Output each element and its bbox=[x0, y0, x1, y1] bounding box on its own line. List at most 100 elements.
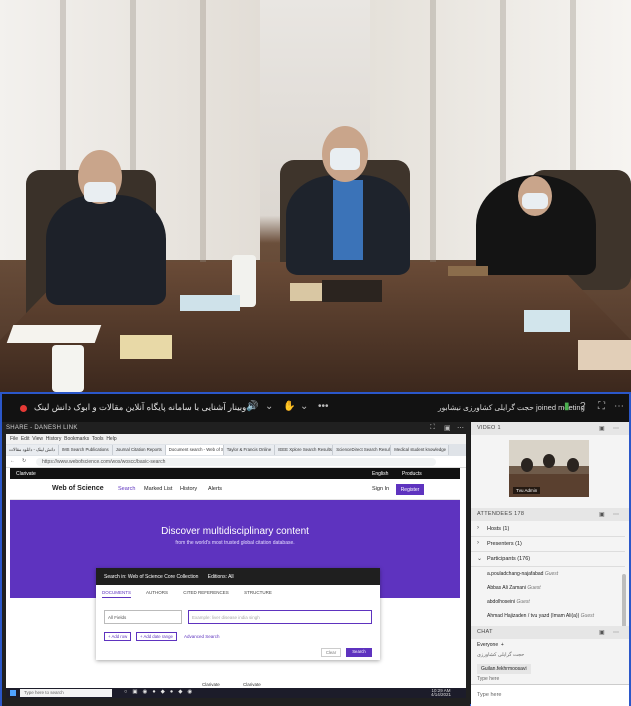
browser-tab[interactable]: Taylor & Francis Online bbox=[223, 445, 276, 455]
group-presenters[interactable]: › Presenters (1) bbox=[471, 537, 625, 552]
chat-message: Guilan.fekhrmoosavi bbox=[477, 664, 531, 674]
meeting-top-bar: وبینار آشنایی با سامانه پایگاه آنلاین مق… bbox=[2, 394, 629, 422]
tab-cited-references[interactable]: CITED REFERENCES bbox=[183, 590, 229, 595]
tab-authors[interactable]: AUTHORS bbox=[146, 590, 168, 595]
meeting-title: وبینار آشنایی با سامانه پایگاه آنلاین مق… bbox=[34, 402, 247, 412]
taskbar-app-icons[interactable]: ○▣◉●◆●◆◉ bbox=[124, 689, 197, 695]
menu-help[interactable]: Help bbox=[106, 436, 116, 442]
tissue-box bbox=[120, 335, 172, 359]
menu-bookmarks[interactable]: Bookmarks bbox=[64, 436, 89, 442]
menu-tools[interactable]: Tools bbox=[92, 436, 104, 442]
windows-taskbar: Type here to search ○▣◉●◆●◆◉ 10:29 AM 4/… bbox=[6, 688, 466, 698]
browser-tab[interactable]: IEEE Xplore Search Results bbox=[275, 445, 334, 455]
add-date-range-button[interactable]: + Add date range bbox=[136, 632, 177, 641]
joined-notification: حجت گرایلی کشاورزی نیشابور joined meetin… bbox=[438, 403, 585, 412]
browser-tab[interactable]: ScienceDirect Search Results bbox=[333, 445, 392, 455]
nav-search[interactable]: Search bbox=[118, 486, 135, 492]
group-participants[interactable]: ⌄ Participants (176) bbox=[471, 552, 625, 567]
attendee-role: Guest bbox=[527, 585, 541, 591]
reload-icon[interactable]: ↻ bbox=[22, 458, 26, 464]
help-icon[interactable]: ? bbox=[580, 401, 586, 412]
browser-tab[interactable]: IMS Search Publications bbox=[58, 445, 113, 455]
menu-file[interactable]: File bbox=[10, 436, 18, 442]
more-options-icon[interactable]: ⋯ bbox=[613, 425, 619, 432]
fullscreen-icon[interactable]: ⛶ bbox=[598, 401, 605, 412]
search-in-selector[interactable]: Search in: Web of Science Core Collectio… bbox=[104, 574, 198, 580]
group-label: Participants (176) bbox=[487, 556, 531, 562]
back-icon[interactable]: ← bbox=[10, 458, 15, 464]
tab-documents[interactable]: DOCUMENTS bbox=[102, 590, 131, 598]
chat-everyone-tab[interactable]: Everyone bbox=[477, 642, 498, 648]
person-left bbox=[46, 195, 166, 305]
editions-selector[interactable]: Editions: All bbox=[208, 574, 234, 580]
taskbar-clock: 10:29 AM 4/14/2021 bbox=[418, 688, 464, 697]
add-icon[interactable]: + bbox=[500, 642, 504, 648]
more-options-icon[interactable]: ⋯ bbox=[457, 424, 464, 432]
video-person bbox=[567, 458, 579, 472]
more-options-icon[interactable]: ⋯ bbox=[613, 511, 619, 518]
language-selector[interactable]: English bbox=[372, 471, 388, 477]
advanced-search-link[interactable]: Advanced Search bbox=[184, 634, 220, 639]
taskbar-search-input[interactable]: Type here to search bbox=[20, 689, 112, 697]
paper bbox=[6, 325, 102, 343]
attendees-pod-header: ATTENDEES 178 ▣ ⋯ bbox=[471, 508, 629, 521]
group-label: Presenters (1) bbox=[487, 541, 522, 547]
attendee-item[interactable]: Ahmad Hajizaden / tvu yazd (Imam Ali(a))… bbox=[471, 610, 625, 623]
clarivate-footer-logo: Clarivate bbox=[243, 682, 261, 687]
chevron-right-icon: › bbox=[477, 525, 479, 531]
menu-history[interactable]: History bbox=[46, 436, 62, 442]
add-row-button[interactable]: + Add row bbox=[104, 632, 132, 641]
attendee-item[interactable]: Abbas Ali Zamani Guest bbox=[471, 582, 625, 595]
chat-input[interactable]: Type here bbox=[471, 684, 629, 706]
meeting-app: وبینار آشنایی با سامانه پایگاه آنلاین مق… bbox=[0, 392, 631, 706]
attendee-item[interactable]: abdolhoseini Guest bbox=[471, 596, 625, 609]
video-pod-title: VIDEO bbox=[477, 425, 496, 431]
url-field[interactable]: https://www.webofscience.com/wos/woscc/b… bbox=[36, 458, 436, 466]
chat-audience[interactable]: Everyone + bbox=[477, 642, 504, 648]
search-card-header: Search in: Web of Science Core Collectio… bbox=[96, 568, 380, 585]
field-select[interactable]: All Fields bbox=[104, 610, 182, 624]
speaker-icon[interactable]: 🔊 bbox=[246, 401, 258, 412]
sign-in-link[interactable]: Sign In bbox=[372, 486, 389, 492]
more-options-icon[interactable]: ••• bbox=[318, 401, 329, 412]
shirt bbox=[333, 180, 363, 260]
attendee-item[interactable]: a.pouladchang-najafabad Guest bbox=[471, 568, 625, 581]
fullscreen-icon[interactable]: ▣ bbox=[599, 629, 605, 636]
browser-tab-active[interactable]: Document search - Web of Science bbox=[165, 445, 224, 455]
nav-alerts[interactable]: Alerts bbox=[208, 486, 222, 492]
fullscreen-icon[interactable]: ▣ bbox=[444, 424, 451, 432]
search-query-input[interactable]: Example: liver disease india singh bbox=[188, 610, 372, 624]
group-hosts[interactable]: › Hosts (1) bbox=[471, 522, 625, 537]
attendees-scrollbar[interactable] bbox=[622, 574, 626, 630]
search-button[interactable]: Search bbox=[346, 648, 372, 657]
more-options-icon[interactable]: ⋯ bbox=[614, 401, 624, 412]
raise-hand-icon[interactable]: ✋ bbox=[283, 401, 295, 412]
hero-subtitle: from the world's most trusted global cit… bbox=[175, 540, 295, 546]
fullscreen-icon[interactable]: ▣ bbox=[599, 511, 605, 518]
side-panels: VIDEO 1 ▣ ⋯ Tvu Admin ATTENDEES 178 ▣ ⋯ bbox=[471, 422, 629, 706]
browser-tab[interactable]: Journal Citation Reports bbox=[112, 445, 166, 455]
wos-logo[interactable]: Web of Science bbox=[52, 485, 104, 492]
windows-start-icon[interactable] bbox=[10, 690, 16, 696]
tab-structure[interactable]: STRUCTURE bbox=[244, 590, 272, 595]
mask bbox=[330, 148, 360, 170]
nav-history[interactable]: History bbox=[180, 486, 197, 492]
video-person bbox=[521, 458, 533, 472]
fullscreen-icon[interactable]: ▣ bbox=[599, 425, 605, 432]
menu-edit[interactable]: Edit bbox=[21, 436, 30, 442]
browser-tab[interactable]: Medical student knowledge bbox=[391, 445, 450, 455]
clarivate-logo[interactable]: Clarivate bbox=[16, 471, 36, 477]
chevron-right-icon: › bbox=[477, 540, 479, 546]
curtain bbox=[200, 0, 206, 300]
menu-view[interactable]: View bbox=[32, 436, 43, 442]
more-options-icon[interactable]: ⋯ bbox=[613, 629, 619, 636]
chevron-down-icon[interactable]: ⌄ bbox=[265, 401, 273, 412]
browser-tab[interactable]: دانش لینک - دانلود مقالات bbox=[6, 445, 59, 455]
fit-screen-icon[interactable]: ⛶ bbox=[430, 424, 435, 432]
register-button[interactable]: Register bbox=[396, 484, 424, 495]
clear-button[interactable]: Clear bbox=[321, 648, 341, 657]
products-menu[interactable]: Products bbox=[402, 471, 422, 477]
nav-marked-list[interactable]: Marked List bbox=[144, 486, 172, 492]
chevron-down-icon[interactable]: ⌄ bbox=[300, 401, 308, 412]
tissue-box bbox=[524, 310, 570, 332]
